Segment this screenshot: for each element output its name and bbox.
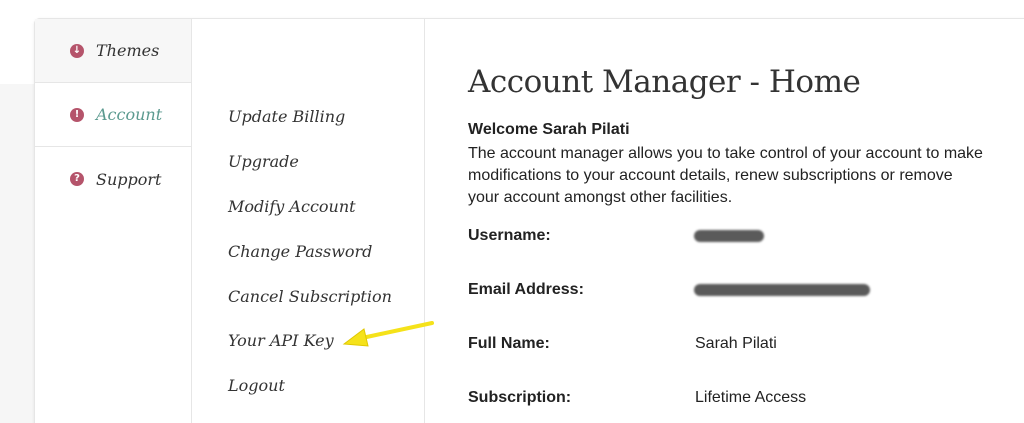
subnav-your-api-key[interactable]: Your API Key [228, 331, 334, 350]
question-circle-icon: ? [70, 172, 84, 186]
info-circle-icon: ! [70, 107, 84, 122]
tab-themes-label: Themes [96, 41, 160, 60]
username-redacted-value [694, 230, 764, 242]
subnav-cancel-subscription[interactable]: Cancel Subscription [228, 287, 392, 306]
subnav-change-password[interactable]: Change Password [228, 242, 372, 261]
subscription-label: Subscription: [468, 389, 572, 406]
subscription-value: Lifetime Access [695, 389, 807, 406]
down-arrow-circle-icon: ↓ [70, 43, 84, 58]
full-name-value: Sarah Pilati [695, 335, 777, 352]
username-label: Username: [468, 227, 551, 244]
subnav-modify-account[interactable]: Modify Account [228, 197, 356, 216]
highlight-arrow-icon [342, 321, 434, 347]
email-label: Email Address: [468, 281, 584, 298]
page-title: Account Manager - Home [468, 64, 861, 100]
account-subnav: Update Billing Upgrade Modify Account Ch… [192, 19, 425, 423]
full-name-label: Full Name: [468, 335, 550, 352]
welcome-heading: Welcome Sarah Pilati [468, 121, 630, 138]
tab-account-label: Account [96, 105, 163, 124]
intro-text: The account manager allows you to take c… [468, 145, 983, 206]
email-redacted-value [694, 284, 870, 296]
subnav-update-billing[interactable]: Update Billing [228, 107, 345, 126]
tab-support[interactable]: ? Support [35, 147, 191, 211]
tab-support-label: Support [96, 169, 162, 189]
section-tabs: ↓ Themes ! Account ? Support [35, 19, 192, 423]
tab-themes[interactable]: ↓ Themes [35, 19, 191, 83]
subnav-upgrade[interactable]: Upgrade [228, 152, 299, 171]
tab-account[interactable]: ! Account [35, 83, 191, 147]
subnav-logout[interactable]: Logout [228, 376, 285, 395]
